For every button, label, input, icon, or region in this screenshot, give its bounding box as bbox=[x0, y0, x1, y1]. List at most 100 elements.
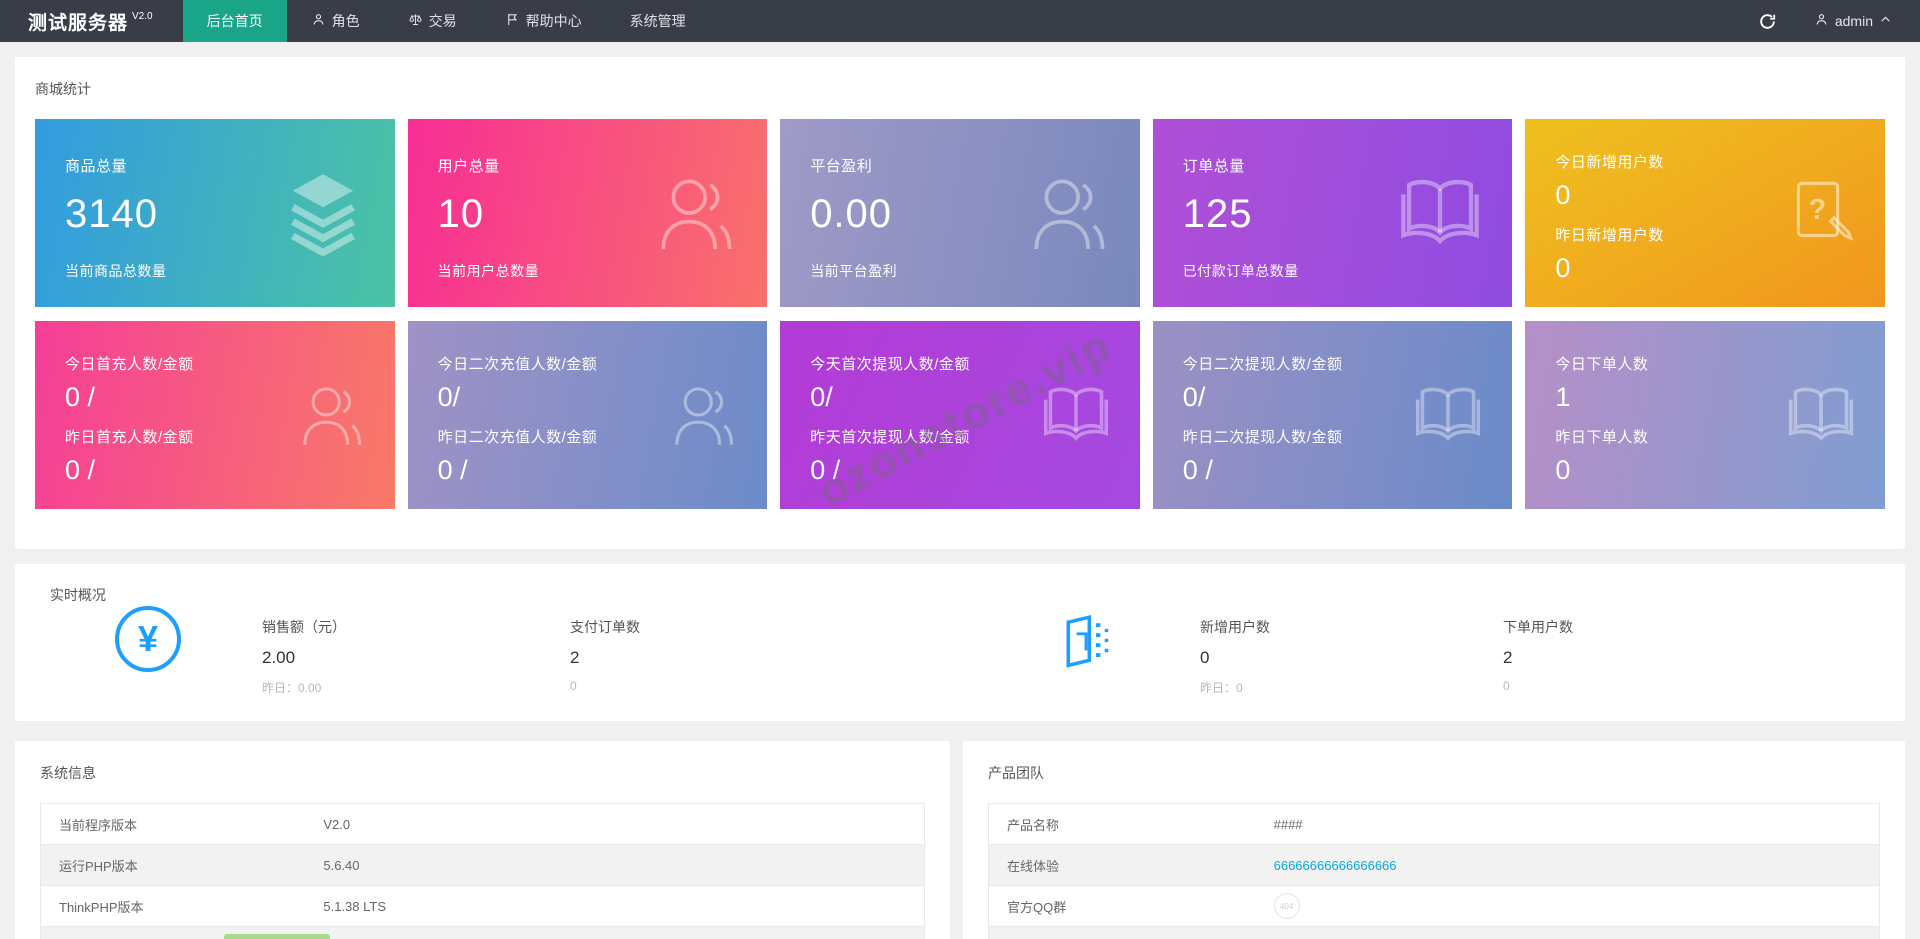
main-content: 商城统计 商品总量 3140 当前商品总数量 用户总量 10 当前用户总数量 bbox=[0, 42, 1920, 939]
menu-item-label: 角色 bbox=[332, 11, 360, 31]
chevron-up-icon bbox=[1873, 13, 1898, 29]
card-value: 1 bbox=[1555, 382, 1855, 413]
stat-card-second-withdraw: 今日二次提现人数/金额 0/ 昨日二次提现人数/金额 0 / bbox=[1153, 321, 1513, 509]
panel-title-realtime: 实时概况 bbox=[50, 585, 106, 605]
metric-value: 0 bbox=[1200, 648, 1270, 668]
flag-icon bbox=[505, 12, 526, 30]
card-subtitle: 当前平台盈利 bbox=[810, 261, 1110, 281]
menu-item-home[interactable]: 后台首页 bbox=[183, 0, 287, 42]
panel-title-product-team: 产品团队 bbox=[988, 763, 1880, 783]
stat-card-second-recharge: 今日二次充值人数/金额 0/ 昨日二次充值人数/金额 0 / bbox=[408, 321, 768, 509]
stat-card-orders-total: 订单总量 125 已付款订单总数量 bbox=[1153, 119, 1513, 307]
app-logo: 测试服务器 V2.0 bbox=[0, 0, 183, 42]
metric-value: 2 bbox=[570, 648, 640, 668]
table-row: 运行PHP版本 5.6.40 bbox=[41, 845, 925, 886]
system-info-panel: 系统信息 当前程序版本 V2.0 运行PHP版本 5.6.40 ThinkPHP… bbox=[15, 741, 950, 939]
row-label: 官方QQ群 bbox=[989, 886, 1274, 927]
card-value: 3140 bbox=[65, 192, 365, 237]
table-row: ThinkPHP版本 5.1.38 LTS bbox=[41, 886, 925, 927]
panel-title-system-info: 系统信息 bbox=[40, 763, 925, 783]
menu-item-help[interactable]: 帮助中心 bbox=[481, 0, 606, 42]
card-label: 今日二次充值人数/金额 bbox=[438, 353, 738, 374]
card-value: 0 / bbox=[65, 382, 365, 413]
row-value: V2.0 bbox=[323, 804, 924, 845]
menu-item-label: 系统管理 bbox=[630, 11, 686, 31]
card-value: 0/ bbox=[810, 382, 1110, 413]
online-demo-link[interactable]: 66666666666666666 bbox=[1274, 858, 1397, 873]
main-menu: 后台首页 角色 交易 帮助中心 系统管理 bbox=[183, 0, 710, 42]
metric-value: 2.00 bbox=[262, 648, 346, 668]
card-value: 0 / bbox=[438, 455, 738, 486]
card-label: 昨天首次提现人数/金额 bbox=[810, 426, 1110, 447]
product-team-panel: 产品团队 产品名称 #### 在线体验 66666666666666666 官方… bbox=[963, 741, 1905, 939]
refresh-icon[interactable] bbox=[1742, 0, 1794, 42]
menu-item-system[interactable]: 系统管理 bbox=[606, 0, 710, 42]
app-title: 测试服务器 bbox=[28, 8, 128, 35]
card-value: 0/ bbox=[438, 382, 738, 413]
stat-card-products-total: 商品总量 3140 当前商品总数量 bbox=[35, 119, 395, 307]
card-label: 今日下单人数 bbox=[1555, 353, 1855, 374]
metric-sub: 0 bbox=[1503, 679, 1573, 693]
yen-circle-icon: ¥ bbox=[115, 606, 181, 672]
stat-card-first-recharge: 今日首充人数/金额 0 / 昨日首充人数/金额 0 / bbox=[35, 321, 395, 509]
metric-sales: 销售额（元） 2.00 昨日：0.00 bbox=[262, 617, 346, 696]
card-title: 用户总量 bbox=[438, 155, 738, 176]
system-info-table: 当前程序版本 V2.0 运行PHP版本 5.6.40 ThinkPHP版本 5.… bbox=[40, 803, 925, 939]
card-label: 昨日二次提现人数/金额 bbox=[1183, 426, 1483, 447]
nav-right-controls: admin bbox=[1742, 0, 1920, 42]
stat-card-first-withdraw: 今天首次提现人数/金额 0/ 昨天首次提现人数/金额 0 / bbox=[780, 321, 1140, 509]
row-value: 5.6.40 bbox=[323, 845, 924, 886]
card-subtitle: 当前商品总数量 bbox=[65, 261, 365, 281]
table-row: 当前程序版本 V2.0 bbox=[41, 804, 925, 845]
menu-item-trade[interactable]: 交易 bbox=[384, 0, 481, 42]
realtime-panel: 实时概况 ¥ 销售额（元） 2.00 昨日：0.00 支付订单数 2 0 新增用… bbox=[15, 564, 1905, 721]
product-team-table: 产品名称 #### 在线体验 66666666666666666 官方QQ群 4… bbox=[988, 803, 1880, 939]
card-value: 0.00 bbox=[810, 192, 1110, 237]
table-row: 官方QQ群 404 bbox=[989, 886, 1880, 927]
table-row-partial bbox=[41, 927, 925, 939]
row-label: 产品名称 bbox=[989, 804, 1274, 845]
metric-label: 新增用户数 bbox=[1200, 617, 1270, 637]
card-value: 10 bbox=[438, 192, 738, 237]
card-subtitle: 当前用户总数量 bbox=[438, 261, 738, 281]
card-title: 商品总量 bbox=[65, 155, 365, 176]
menu-item-roles[interactable]: 角色 bbox=[287, 0, 384, 42]
metric-paid-orders: 支付订单数 2 0 bbox=[570, 617, 640, 693]
card-title: 订单总量 bbox=[1183, 155, 1483, 176]
metric-label: 销售额（元） bbox=[262, 617, 346, 637]
card-label: 今日新增用户数 bbox=[1555, 151, 1855, 172]
top-navbar: 测试服务器 V2.0 后台首页 角色 交易 帮助中心 系统管理 admin bbox=[0, 0, 1920, 42]
card-value: 0 / bbox=[1183, 455, 1483, 486]
row-value: 5.1.38 LTS bbox=[323, 886, 924, 927]
metric-order-users: 下单用户数 2 0 bbox=[1503, 617, 1573, 693]
table-row: 产品名称 #### bbox=[989, 804, 1880, 845]
card-value: 0 bbox=[1555, 253, 1855, 284]
card-title: 平台盈利 bbox=[810, 155, 1110, 176]
menu-item-label: 后台首页 bbox=[207, 11, 263, 31]
user-menu[interactable]: admin bbox=[1794, 0, 1920, 42]
stat-card-users-total: 用户总量 10 当前用户总数量 bbox=[408, 119, 768, 307]
card-value: 0/ bbox=[1183, 382, 1483, 413]
card-label: 昨日二次充值人数/金额 bbox=[438, 426, 738, 447]
metric-sub: 昨日：0 bbox=[1200, 679, 1270, 696]
building-icon bbox=[1055, 610, 1117, 677]
card-label: 今日首充人数/金额 bbox=[65, 353, 365, 374]
metric-sub: 昨日：0.00 bbox=[262, 679, 346, 696]
metric-label: 支付订单数 bbox=[570, 617, 640, 637]
stats-card-grid: 商品总量 3140 当前商品总数量 用户总量 10 当前用户总数量 bbox=[35, 119, 1885, 509]
card-label: 今日二次提现人数/金额 bbox=[1183, 353, 1483, 374]
stat-card-new-users: 今日新增用户数 0 昨日新增用户数 0 ? bbox=[1525, 119, 1885, 307]
panel-title-mall-stats: 商城统计 bbox=[35, 79, 1885, 99]
card-label: 昨日新增用户数 bbox=[1555, 224, 1855, 245]
row-label: 在线体验 bbox=[989, 845, 1274, 886]
row-value: #### bbox=[1274, 804, 1880, 845]
card-value: 0 / bbox=[810, 455, 1110, 486]
row-label: ThinkPHP版本 bbox=[41, 886, 324, 927]
metric-sub: 0 bbox=[570, 679, 640, 693]
card-value: 125 bbox=[1183, 192, 1483, 237]
card-subtitle: 已付款订单总数量 bbox=[1183, 261, 1483, 281]
menu-item-label: 交易 bbox=[429, 11, 457, 31]
metric-value: 2 bbox=[1503, 648, 1573, 668]
status-badge bbox=[224, 934, 330, 939]
row-label: 运行PHP版本 bbox=[41, 845, 324, 886]
